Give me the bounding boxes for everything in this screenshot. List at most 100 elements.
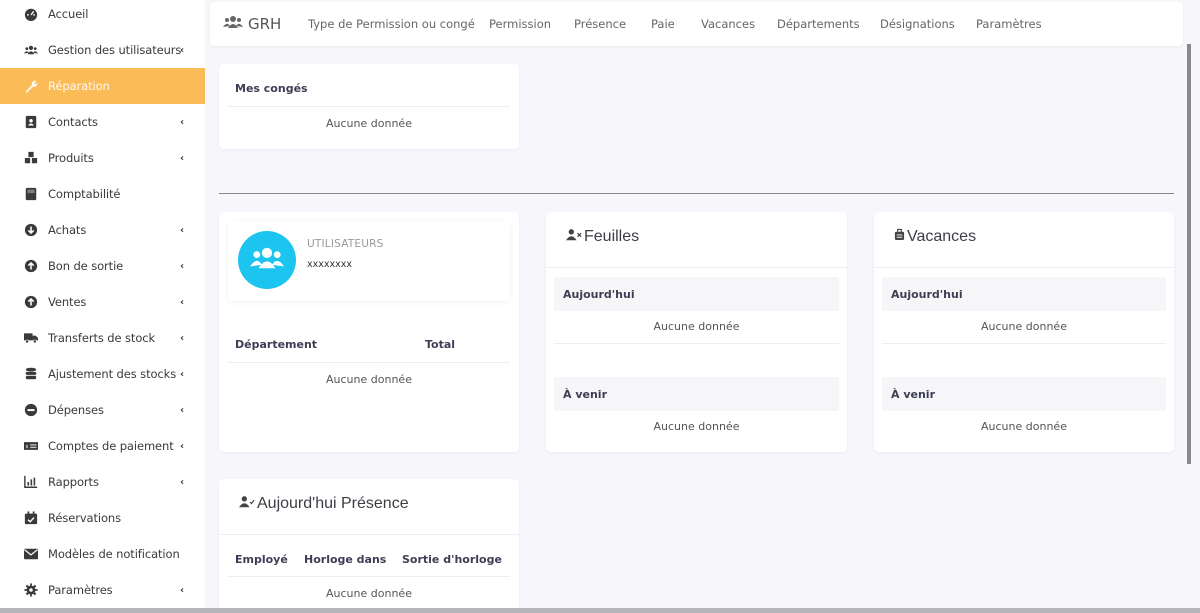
sidebar-item-modeles-de-notification[interactable]: Modèles de notification [0,536,205,572]
sidebar-item-label: Dépenses [48,403,104,417]
vertical-scrollbar[interactable] [1187,44,1191,464]
nav-link-designations[interactable]: Désignations [880,17,955,31]
users-icon [24,43,38,57]
sidebar-item-label: Comptes de paiement [48,439,174,453]
sidebar-item-depenses[interactable]: Dépenses ‹ [0,392,205,428]
nav-link-permission[interactable]: Permission [489,17,551,31]
sidebar-item-ventes[interactable]: Ventes ‹ [0,284,205,320]
sidebar-item-contacts[interactable]: Contacts ‹ [0,104,205,140]
suitcase-icon [894,228,905,246]
sidebar-item-bon-de-sortie[interactable]: Bon de sortie ‹ [0,248,205,284]
nav-link-paie[interactable]: Paie [651,17,675,31]
chevron-left-icon: ‹ [180,224,185,236]
money-check-icon: $ [24,439,38,453]
users-icon [250,246,284,274]
user-times-icon [566,228,582,246]
chevron-left-icon: ‹ [180,440,185,452]
divider [874,267,1174,268]
empty-message: Aucune donnée [653,420,740,433]
holidays-card-title: Vacances [894,228,976,246]
nav-link-departements[interactable]: Départements [777,17,860,31]
horizontal-scrollbar[interactable] [0,608,1200,613]
leaves-card-title: Feuilles [566,228,639,246]
sidebar-item-label: Rapports [48,475,99,489]
sidebar-item-comptes-de-paiement[interactable]: $ Comptes de paiement ‹ [0,428,205,464]
chevron-left-icon: ‹ [180,404,185,416]
sidebar-item-label: Réparation [48,79,110,93]
sidebar-item-reparation[interactable]: Réparation [0,68,205,104]
empty-message: Aucune donnée [326,587,412,600]
chevron-left-icon: ‹ [180,476,185,488]
chevron-left-icon: ‹ [180,44,185,56]
envelope-icon [24,547,38,561]
holidays-card: Vacances Aujourd'hui Aucune donnée À ven… [874,212,1174,452]
sidebar: Accueil Gestion des utilisateurs ‹ Répar… [0,0,205,608]
arrow-circle-up-icon [24,259,38,273]
minus-circle-icon [24,403,38,417]
nav-link-type-permission[interactable]: Type de Permission ou congé [308,17,475,31]
sidebar-item-parametres[interactable]: Paramètres ‹ [0,572,205,608]
attendance-card-title: Aujourd'hui Présence [239,495,409,513]
empty-message: Aucune donnée [653,320,740,333]
divider [554,343,839,344]
sidebar-item-label: Réservations [48,511,122,525]
database-icon [24,367,38,381]
column-header-employee: Employé [235,553,288,566]
sidebar-item-label: Modèles de notification [48,547,180,561]
bar-chart-icon [24,475,38,489]
sidebar-item-label: Transferts de stock [48,331,156,345]
sidebar-item-gestion-utilisateurs[interactable]: Gestion des utilisateurs ‹ [0,32,205,68]
sidebar-item-label: Paramètres [48,583,113,597]
chevron-left-icon: ‹ [180,296,185,308]
arrow-circle-up-icon [24,295,38,309]
chevron-left-icon: ‹ [180,260,185,272]
sidebar-item-label: Ventes [48,295,87,309]
sidebar-item-label: Produits [48,151,94,165]
address-book-icon [24,115,38,129]
nav-link-presence[interactable]: Présence [574,17,626,31]
arrow-circle-down-icon [24,223,38,237]
column-header-clock-in: Horloge dans [304,553,387,566]
sidebar-item-label: Achats [48,223,87,237]
section-divider [219,193,1174,194]
divider [882,343,1166,344]
chevron-left-icon: ‹ [180,368,185,380]
sidebar-item-comptabilite[interactable]: Comptabilité [0,176,205,212]
chevron-left-icon: ‹ [180,116,185,128]
divider [219,534,519,535]
sidebar-item-ajustement-des-stocks[interactable]: Ajustement des stocks ‹ [0,356,205,392]
brand-label: GRH [248,15,282,33]
sidebar-item-produits[interactable]: Produits ‹ [0,140,205,176]
sidebar-item-rapports[interactable]: Rapports ‹ [0,464,205,500]
user-check-icon [239,495,255,513]
gear-icon [24,583,38,597]
sidebar-item-transferts-de-stock[interactable]: Transferts de stock ‹ [0,320,205,356]
empty-message: Aucune donnée [326,373,412,386]
empty-message: Aucune donnée [981,320,1067,333]
upcoming-section-header: À venir [554,377,839,411]
sidebar-item-label: Accueil [48,7,89,21]
chevron-left-icon: ‹ [180,152,185,164]
sidebar-item-label: Gestion des utilisateurs [48,43,182,57]
sidebar-item-achats[interactable]: Achats ‹ [0,212,205,248]
sidebar-item-label: Bon de sortie [48,259,124,273]
wrench-icon [24,79,38,93]
today-attendance-card: Aujourd'hui Présence Employé Horloge dan… [219,479,519,613]
sidebar-item-reservations[interactable]: Réservations [0,500,205,536]
cubes-icon [24,151,38,165]
today-section-header: Aujourd'hui [554,277,839,311]
sidebar-item-accueil[interactable]: Accueil [0,0,205,32]
calendar-check-icon [24,511,38,525]
chevron-left-icon: ‹ [180,332,185,344]
chevron-left-icon: ‹ [180,584,185,596]
hrm-brand[interactable]: GRH [223,15,281,33]
nav-link-vacances[interactable]: Vacances [701,17,755,31]
nav-link-parametres[interactable]: Paramètres [976,17,1042,31]
my-leaves-card: Mes congés Aucune donnée [219,64,519,149]
sidebar-item-label: Comptabilité [48,187,121,201]
empty-message: Aucune donnée [326,117,412,130]
svg-text:$: $ [26,444,29,450]
divider [228,576,510,577]
upcoming-section-header: À venir [882,377,1166,411]
sidebar-item-label: Ajustement des stocks [48,367,177,381]
